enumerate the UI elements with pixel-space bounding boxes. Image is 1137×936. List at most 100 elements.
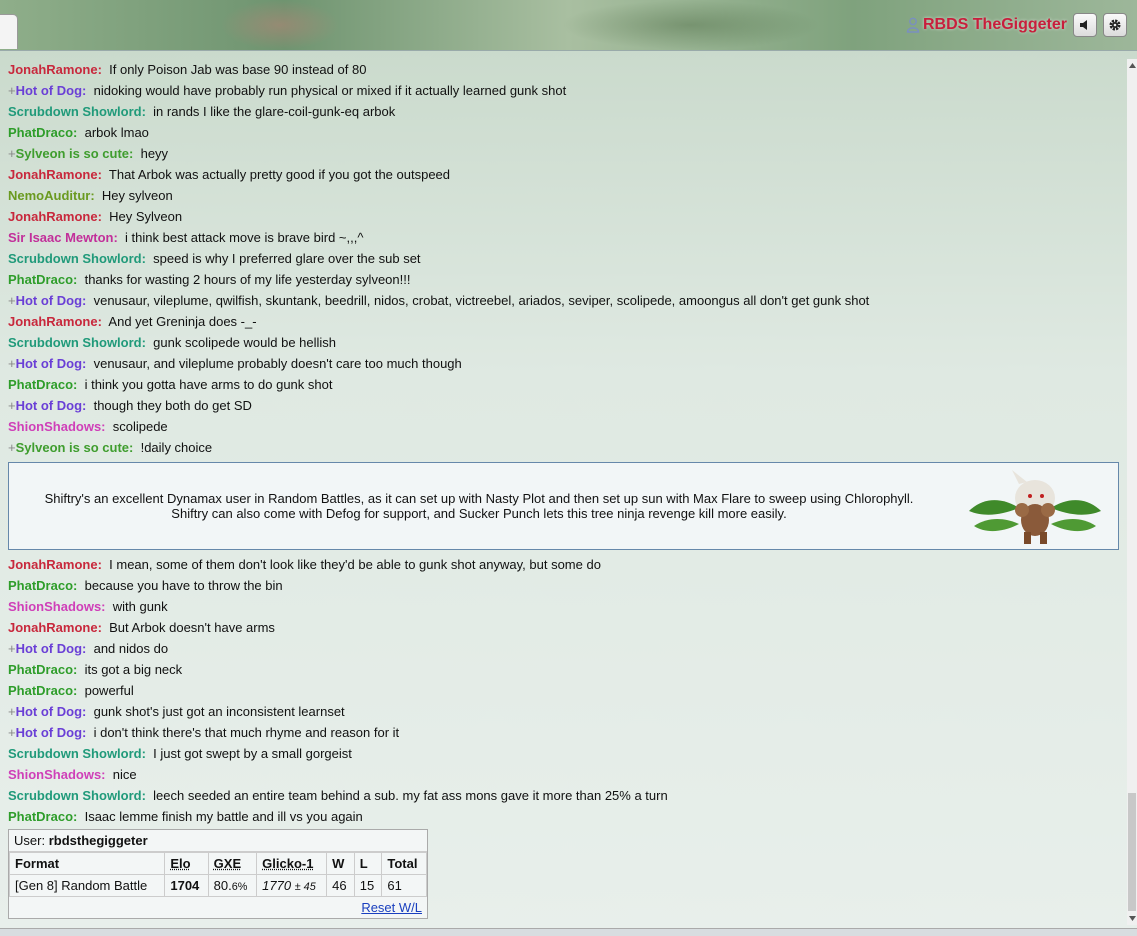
- ladder-data-row: [Gen 8] Random Battle 1704 80.6% 1770 ± …: [8, 874, 427, 897]
- chat-username[interactable]: Hot of Dog:: [16, 704, 87, 719]
- chat-message: +Sylveon is so cute: !daily choice: [0, 437, 1127, 458]
- username-button[interactable]: RBDS TheGiggeter: [906, 16, 1067, 34]
- chat-message-text: scolipede: [112, 419, 168, 434]
- chat-username[interactable]: Scrubdown Showlord:: [8, 104, 146, 119]
- chat-username[interactable]: JonahRamone:: [8, 620, 102, 635]
- scroll-thumb[interactable]: [1128, 793, 1136, 911]
- chat-username[interactable]: Sir Isaac Mewton:: [8, 230, 118, 245]
- header-background-art: [220, 0, 340, 50]
- chat-username[interactable]: PhatDraco:: [8, 809, 77, 824]
- chat-message-text: nice: [112, 767, 137, 782]
- chat-message: Scrubdown Showlord: in rands I like the …: [0, 101, 1127, 122]
- cell-total: 61: [381, 874, 427, 897]
- gear-icon: [1109, 19, 1121, 31]
- user-bar: RBDS TheGiggeter: [906, 13, 1127, 37]
- user-rank-symbol: +: [8, 83, 16, 98]
- chat-username[interactable]: Sylveon is so cute:: [16, 440, 134, 455]
- chat-scrollbar[interactable]: [1127, 59, 1137, 925]
- chat-username[interactable]: NemoAuditur:: [8, 188, 95, 203]
- chat-username[interactable]: ShionShadows:: [8, 767, 106, 782]
- chat-message: +Hot of Dog: gunk shot's just got an inc…: [0, 701, 1127, 722]
- chat-username[interactable]: PhatDraco:: [8, 683, 77, 698]
- chat-username[interactable]: Hot of Dog:: [16, 356, 87, 371]
- gxe-main: 80.: [213, 878, 232, 893]
- chat-message-text: If only Poison Jab was base 90 instead o…: [109, 62, 367, 77]
- chat-username[interactable]: Scrubdown Showlord:: [8, 335, 146, 350]
- chat-username[interactable]: PhatDraco:: [8, 125, 77, 140]
- chat-message-text: Hey sylveon: [101, 188, 173, 203]
- cell-gxe: 80.6%: [207, 874, 258, 897]
- top-header: RBDS TheGiggeter: [0, 0, 1137, 51]
- reset-wl-button[interactable]: Reset W/L: [361, 900, 422, 915]
- chat-message-text: But Arbok doesn't have arms: [109, 620, 275, 635]
- infobox-text: Shiftry's an excellent Dynamax user in R…: [44, 491, 914, 521]
- chat-message-text: nidoking would have probably run physica…: [93, 83, 567, 98]
- chat-username[interactable]: Hot of Dog:: [16, 641, 87, 656]
- col-elo: Elo: [164, 852, 209, 875]
- user-rank-symbol: +: [8, 398, 16, 413]
- settings-button[interactable]: [1103, 13, 1127, 37]
- chat-username[interactable]: JonahRamone:: [8, 209, 102, 224]
- ladder-username: rbdsthegiggeter: [48, 833, 148, 848]
- chat-message: +Hot of Dog: and nidos do: [0, 638, 1127, 659]
- chat-message: Scrubdown Showlord: leech seeded an enti…: [0, 785, 1127, 806]
- chat-username[interactable]: Scrubdown Showlord:: [8, 788, 146, 803]
- user-rank-symbol: +: [8, 146, 16, 161]
- chat-message-text: thanks for wasting 2 hours of my life ye…: [84, 272, 411, 287]
- chat-username[interactable]: Hot of Dog:: [16, 398, 87, 413]
- chat-message-text: venusaur, and vileplume probably doesn't…: [93, 356, 462, 371]
- chat-message-text: And yet Greninja does -_-: [108, 314, 257, 329]
- chat-log[interactable]: JonahRamone: If only Poison Jab was base…: [0, 59, 1127, 925]
- chat-username[interactable]: PhatDraco:: [8, 377, 77, 392]
- cell-losses: 15: [353, 874, 383, 897]
- chat-username[interactable]: JonahRamone:: [8, 314, 102, 329]
- speaker-icon: [1080, 20, 1087, 30]
- ladder-header-row: Format Elo GXE Glicko-1 W L Total: [8, 852, 427, 875]
- sound-button[interactable]: [1073, 13, 1097, 37]
- chat-message: NemoAuditur: Hey sylveon: [0, 185, 1127, 206]
- glicko-small: ± 45: [294, 881, 316, 893]
- chat-username[interactable]: PhatDraco:: [8, 578, 77, 593]
- chat-message: Sir Isaac Mewton: i think best attack mo…: [0, 227, 1127, 248]
- chat-username[interactable]: Scrubdown Showlord:: [8, 251, 146, 266]
- user-icon: [906, 17, 920, 33]
- chat-message: PhatDraco: powerful: [0, 680, 1127, 701]
- chat-username[interactable]: JonahRamone:: [8, 62, 102, 77]
- col-wins: W: [326, 852, 355, 875]
- chat-username[interactable]: ShionShadows:: [8, 599, 106, 614]
- chat-message: PhatDraco: because you have to throw the…: [0, 575, 1127, 596]
- col-total: Total: [381, 852, 427, 875]
- chat-username[interactable]: ShionShadows:: [8, 419, 106, 434]
- chat-message: +Hot of Dog: though they both do get SD: [0, 395, 1127, 416]
- chat-message: JonahRamone: I mean, some of them don't …: [0, 554, 1127, 575]
- chat-message: PhatDraco: thanks for wasting 2 hours of…: [0, 269, 1127, 290]
- chat-username[interactable]: Sylveon is so cute:: [16, 146, 134, 161]
- gxe-small: 6%: [231, 881, 248, 893]
- chat-username[interactable]: JonahRamone:: [8, 167, 102, 182]
- chat-message-text: venusaur, vileplume, qwilfish, skuntank,…: [93, 293, 870, 308]
- chat-username[interactable]: Scrubdown Showlord:: [8, 746, 146, 761]
- chat-username[interactable]: Hot of Dog:: [16, 83, 87, 98]
- chat-message: JonahRamone: Hey Sylveon: [0, 206, 1127, 227]
- chat-username[interactable]: JonahRamone:: [8, 557, 102, 572]
- arrow-down-icon: [1128, 916, 1136, 921]
- ladder-rank-box: User: rbdsthegiggeter Format Elo GXE Gli…: [8, 829, 428, 919]
- col-losses: L: [353, 852, 383, 875]
- chat-message-text: !daily choice: [140, 440, 213, 455]
- room-tab[interactable]: [0, 14, 18, 49]
- user-rank-symbol: +: [8, 440, 16, 455]
- chat-message: +Sylveon is so cute: heyy: [0, 143, 1127, 164]
- pokemon-sprite: [969, 470, 1101, 544]
- header-background-art-2: [560, 0, 820, 50]
- chat-username[interactable]: Hot of Dog:: [16, 725, 87, 740]
- scroll-up-arrow[interactable]: [1128, 61, 1136, 70]
- chat-username[interactable]: PhatDraco:: [8, 272, 77, 287]
- chat-message: +Hot of Dog: nidoking would have probabl…: [0, 80, 1127, 101]
- chat-messages-after: JonahRamone: I mean, some of them don't …: [0, 554, 1127, 827]
- ladder-table: Format Elo GXE Glicko-1 W L Total [Gen 8…: [8, 852, 427, 897]
- chat-username[interactable]: PhatDraco:: [8, 662, 77, 677]
- scroll-down-arrow[interactable]: [1128, 914, 1136, 923]
- chat-username[interactable]: Hot of Dog:: [16, 293, 87, 308]
- chat-message: +Hot of Dog: venusaur, and vileplume pro…: [0, 353, 1127, 374]
- chat-message-text: Isaac lemme finish my battle and ill vs …: [84, 809, 363, 824]
